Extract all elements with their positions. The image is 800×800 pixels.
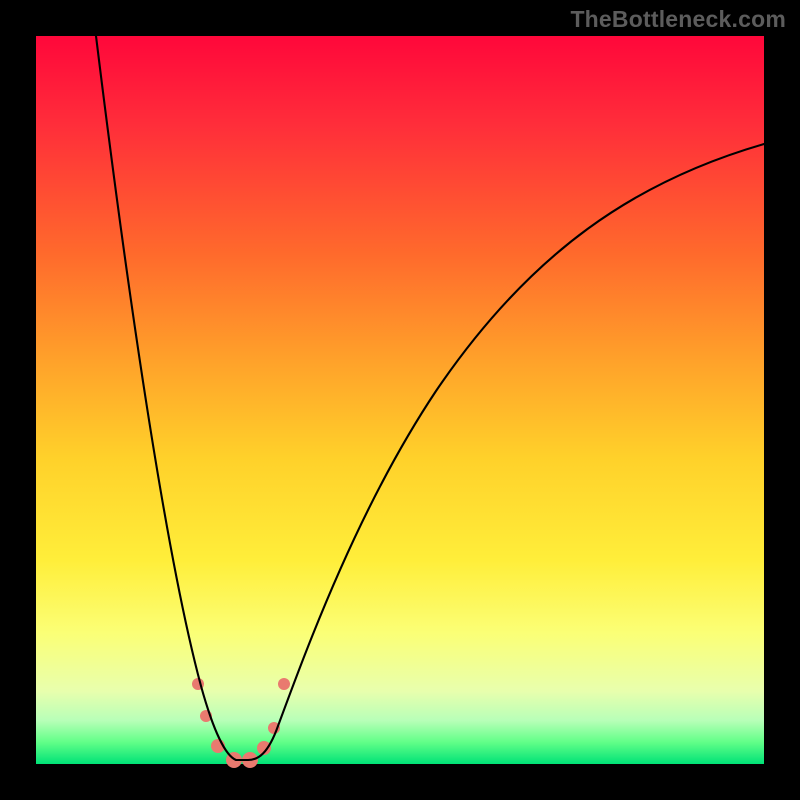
curve-group [96, 36, 764, 760]
trough-marker [278, 678, 290, 690]
plot-area [36, 36, 764, 764]
chart-frame: TheBottleneck.com [0, 0, 800, 800]
marker-group [192, 678, 290, 768]
curve-left-curve [96, 36, 248, 760]
curve-right-curve [248, 144, 764, 760]
curve-svg [36, 36, 764, 764]
watermark-text: TheBottleneck.com [570, 6, 786, 33]
